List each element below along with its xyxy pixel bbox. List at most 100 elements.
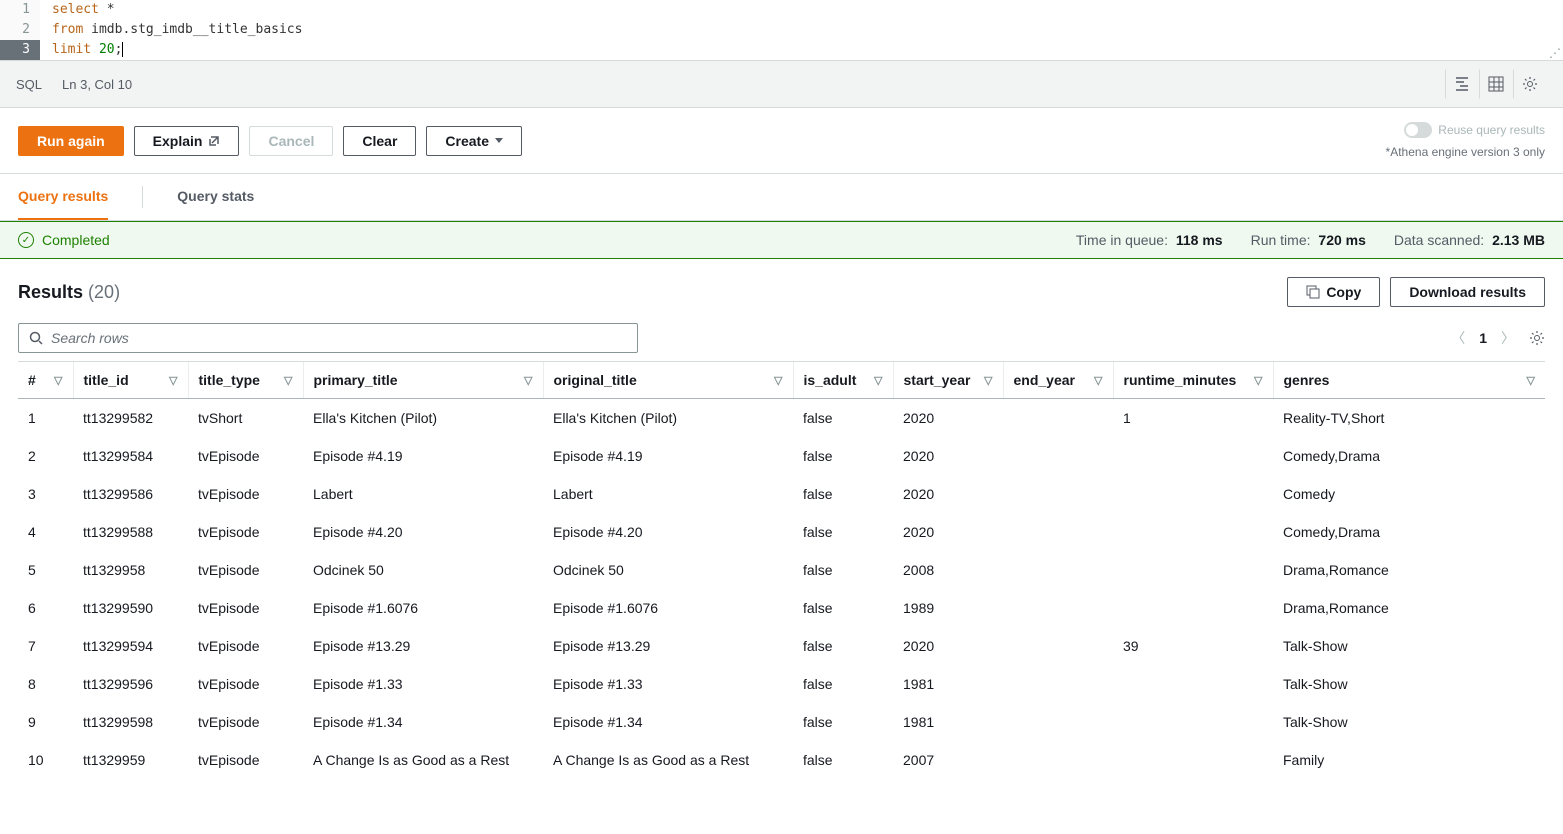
table-row[interactable]: 7tt13299594tvEpisodeEpisode #13.29Episod…	[18, 627, 1545, 665]
cell-primary_title: A Change Is as Good as a Rest	[303, 741, 543, 779]
table-row[interactable]: 4tt13299588tvEpisodeEpisode #4.20Episode…	[18, 513, 1545, 551]
column-header-titleid[interactable]: title_id▽	[73, 362, 188, 399]
table-row[interactable]: 8tt13299596tvEpisodeEpisode #1.33Episode…	[18, 665, 1545, 703]
reuse-results-toggle[interactable]: Reuse query results	[1404, 122, 1545, 138]
cell-start_year: 1981	[893, 665, 1003, 703]
cell-genres: Comedy	[1273, 475, 1545, 513]
copy-label: Copy	[1326, 284, 1361, 300]
column-header-runtimeminutes[interactable]: runtime_minutes▽	[1113, 362, 1273, 399]
table-settings-icon[interactable]	[1529, 330, 1545, 346]
column-header-primarytitle[interactable]: primary_title▽	[303, 362, 543, 399]
cell-primary_title: Episode #1.33	[303, 665, 543, 703]
table-row[interactable]: 10tt1329959tvEpisodeA Change Is as Good …	[18, 741, 1545, 779]
filter-icon[interactable]: ▽	[524, 374, 532, 387]
cell-title_id: tt13299582	[73, 399, 188, 438]
column-header-titletype[interactable]: title_type▽	[188, 362, 303, 399]
cell-is_adult: false	[793, 703, 893, 741]
cell-title_type: tvEpisode	[188, 551, 303, 589]
table-row[interactable]: 5tt1329958tvEpisodeOdcinek 50Odcinek 50f…	[18, 551, 1545, 589]
results-table: #▽title_id▽title_type▽primary_title▽orig…	[18, 361, 1545, 779]
tab-query-results[interactable]: Query results	[18, 174, 108, 220]
cell-is_adult: false	[793, 741, 893, 779]
copy-button[interactable]: Copy	[1287, 277, 1380, 307]
table-row[interactable]: 9tt13299598tvEpisodeEpisode #1.34Episode…	[18, 703, 1545, 741]
code-line[interactable]: from imdb.stg_imdb__title_basics	[40, 20, 302, 40]
cell-runtime_minutes	[1113, 703, 1273, 741]
cell-original_title: Episode #1.6076	[543, 589, 793, 627]
filter-icon[interactable]: ▽	[1254, 374, 1262, 387]
explain-button[interactable]: Explain	[134, 126, 240, 156]
search-input[interactable]	[51, 330, 627, 346]
cell-end_year	[1003, 475, 1113, 513]
cell-is_adult: false	[793, 589, 893, 627]
search-input-wrapper[interactable]	[18, 323, 638, 353]
cell-end_year	[1003, 399, 1113, 438]
filter-icon[interactable]: ▽	[874, 374, 882, 387]
cell-genres: Comedy,Drama	[1273, 437, 1545, 475]
column-header-genres[interactable]: genres▽	[1273, 362, 1545, 399]
filter-icon[interactable]: ▽	[169, 374, 177, 387]
page-number: 1	[1479, 330, 1487, 346]
column-header-startyear[interactable]: start_year▽	[893, 362, 1003, 399]
cell-title_type: tvShort	[188, 399, 303, 438]
metric-scanned: Data scanned: 2.13 MB	[1394, 232, 1545, 248]
filter-icon[interactable]: ▽	[774, 374, 782, 387]
filter-icon[interactable]: ▽	[284, 374, 292, 387]
column-header-isadult[interactable]: is_adult▽	[793, 362, 893, 399]
cell-end_year	[1003, 741, 1113, 779]
cell-start_year: 2020	[893, 399, 1003, 438]
cell-genres: Family	[1273, 741, 1545, 779]
cell-runtime_minutes: 1	[1113, 399, 1273, 438]
cell-title_id: tt13299588	[73, 513, 188, 551]
language-label: SQL	[16, 77, 42, 92]
next-page-icon[interactable]: 〉	[1501, 328, 1515, 348]
format-icon[interactable]	[1445, 69, 1479, 99]
line-number: 3	[0, 40, 40, 60]
cell-n: 5	[18, 551, 73, 589]
filter-icon[interactable]: ▽	[984, 374, 992, 387]
table-row[interactable]: 3tt13299586tvEpisodeLabertLabertfalse202…	[18, 475, 1545, 513]
query-status-bar: ✓ Completed Time in queue: 118 ms Run ti…	[0, 221, 1563, 259]
run-button[interactable]: Run again	[18, 126, 124, 156]
cell-start_year: 2020	[893, 627, 1003, 665]
column-header-originaltitle[interactable]: original_title▽	[543, 362, 793, 399]
table-row[interactable]: 2tt13299584tvEpisodeEpisode #4.19Episode…	[18, 437, 1545, 475]
cell-title_id: tt1329958	[73, 551, 188, 589]
tab-query-stats[interactable]: Query stats	[177, 174, 254, 220]
check-circle-icon: ✓	[18, 232, 34, 248]
cell-n: 7	[18, 627, 73, 665]
cell-is_adult: false	[793, 513, 893, 551]
code-line[interactable]: limit 20;	[40, 40, 123, 60]
filter-icon[interactable]: ▽	[1094, 374, 1102, 387]
cell-n: 2	[18, 437, 73, 475]
pagination: 〈 1 〉	[1451, 328, 1545, 348]
cell-original_title: A Change Is as Good as a Rest	[543, 741, 793, 779]
cell-start_year: 1989	[893, 589, 1003, 627]
cell-n: 3	[18, 475, 73, 513]
code-line[interactable]: select *	[40, 0, 115, 20]
line-number: 1	[0, 0, 40, 20]
create-button[interactable]: Create	[426, 126, 522, 156]
prev-page-icon[interactable]: 〈	[1451, 328, 1465, 348]
filter-icon[interactable]: ▽	[54, 374, 62, 387]
clear-button[interactable]: Clear	[343, 126, 416, 156]
sql-editor[interactable]: 1select *2from imdb.stg_imdb__title_basi…	[0, 0, 1563, 61]
cell-primary_title: Episode #4.19	[303, 437, 543, 475]
filter-icon[interactable]: ▽	[1527, 374, 1535, 387]
editor-statusbar: SQL Ln 3, Col 10	[0, 61, 1563, 108]
cell-original_title: Episode #1.34	[543, 703, 793, 741]
table-row[interactable]: 6tt13299590tvEpisodeEpisode #1.6076Episo…	[18, 589, 1545, 627]
grid-icon[interactable]	[1479, 69, 1513, 99]
cell-runtime_minutes	[1113, 665, 1273, 703]
resize-handle-icon[interactable]: ⋰	[1549, 46, 1563, 60]
cell-n: 8	[18, 665, 73, 703]
cell-end_year	[1003, 513, 1113, 551]
table-row[interactable]: 1tt13299582tvShortElla's Kitchen (Pilot)…	[18, 399, 1545, 438]
cell-primary_title: Episode #1.34	[303, 703, 543, 741]
cell-original_title: Episode #4.19	[543, 437, 793, 475]
download-button[interactable]: Download results	[1390, 277, 1545, 307]
column-header-[interactable]: #▽	[18, 362, 73, 399]
column-header-endyear[interactable]: end_year▽	[1003, 362, 1113, 399]
cell-end_year	[1003, 589, 1113, 627]
gear-icon[interactable]	[1513, 69, 1547, 99]
